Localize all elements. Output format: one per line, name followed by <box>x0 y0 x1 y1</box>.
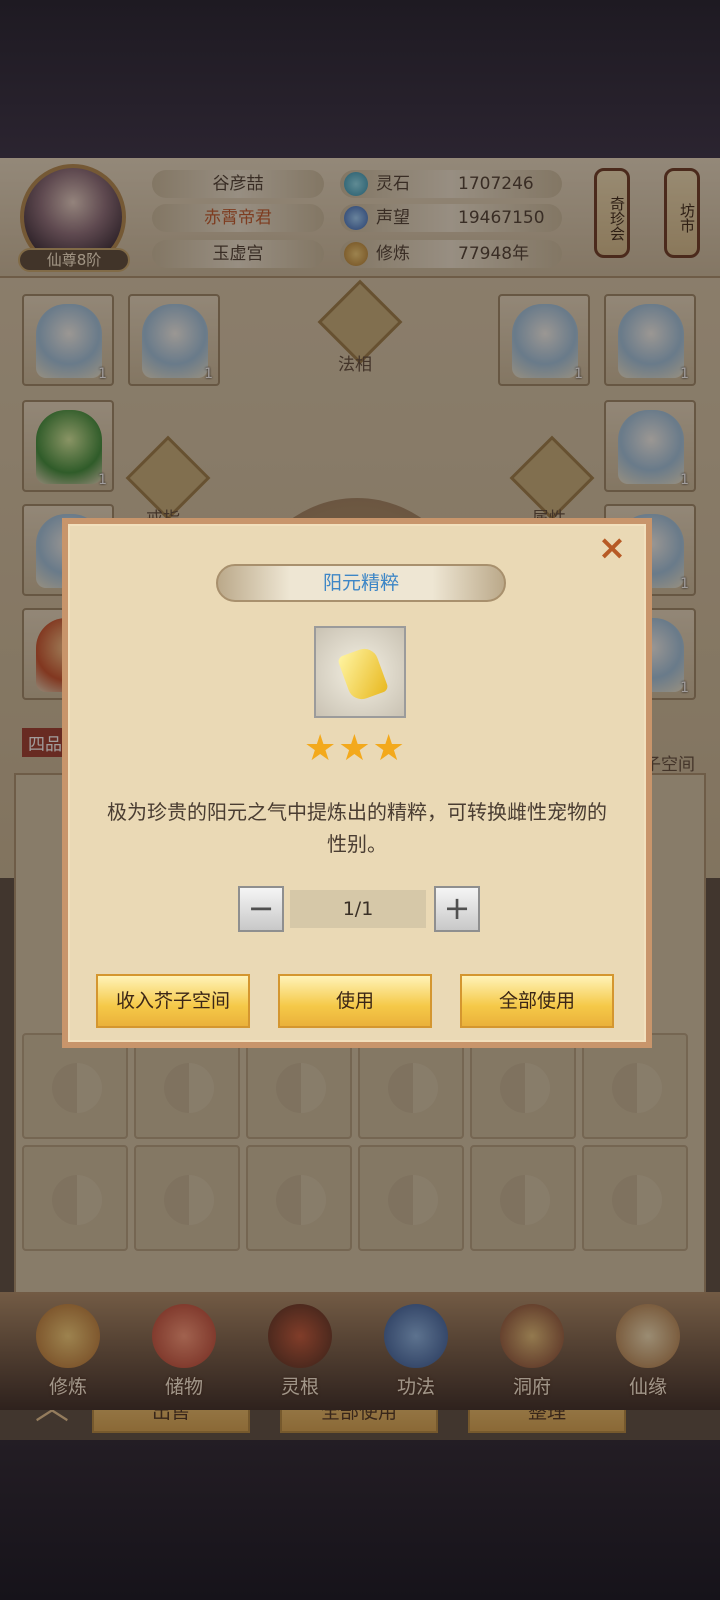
star-rating: ★★★ <box>304 728 407 769</box>
quantity-display: 1/1 <box>290 890 426 928</box>
item-detail-dialog: × 阳元精粹 ★★★ 极为珍贵的阳元之气中提炼出的精粹，可转换雌性宠物的性别。 … <box>62 518 652 1048</box>
yang-essence-crystal-icon <box>336 644 390 704</box>
store-to-space-button[interactable]: 收入芥子空间 <box>96 974 250 1028</box>
use-button[interactable]: 使用 <box>278 974 432 1028</box>
close-icon[interactable]: × <box>594 530 630 566</box>
status-bar-area <box>0 0 720 158</box>
increase-quantity-button[interactable]: + <box>434 886 480 932</box>
item-icon-frame <box>314 626 406 718</box>
use-all-button[interactable]: 全部使用 <box>460 974 614 1028</box>
item-description: 极为珍贵的阳元之气中提炼出的精粹，可转换雌性宠物的性别。 <box>107 800 607 856</box>
decrease-quantity-button[interactable]: − <box>238 886 284 932</box>
system-nav-area <box>0 1440 720 1600</box>
dialog-title: 阳元精粹 <box>216 564 506 602</box>
